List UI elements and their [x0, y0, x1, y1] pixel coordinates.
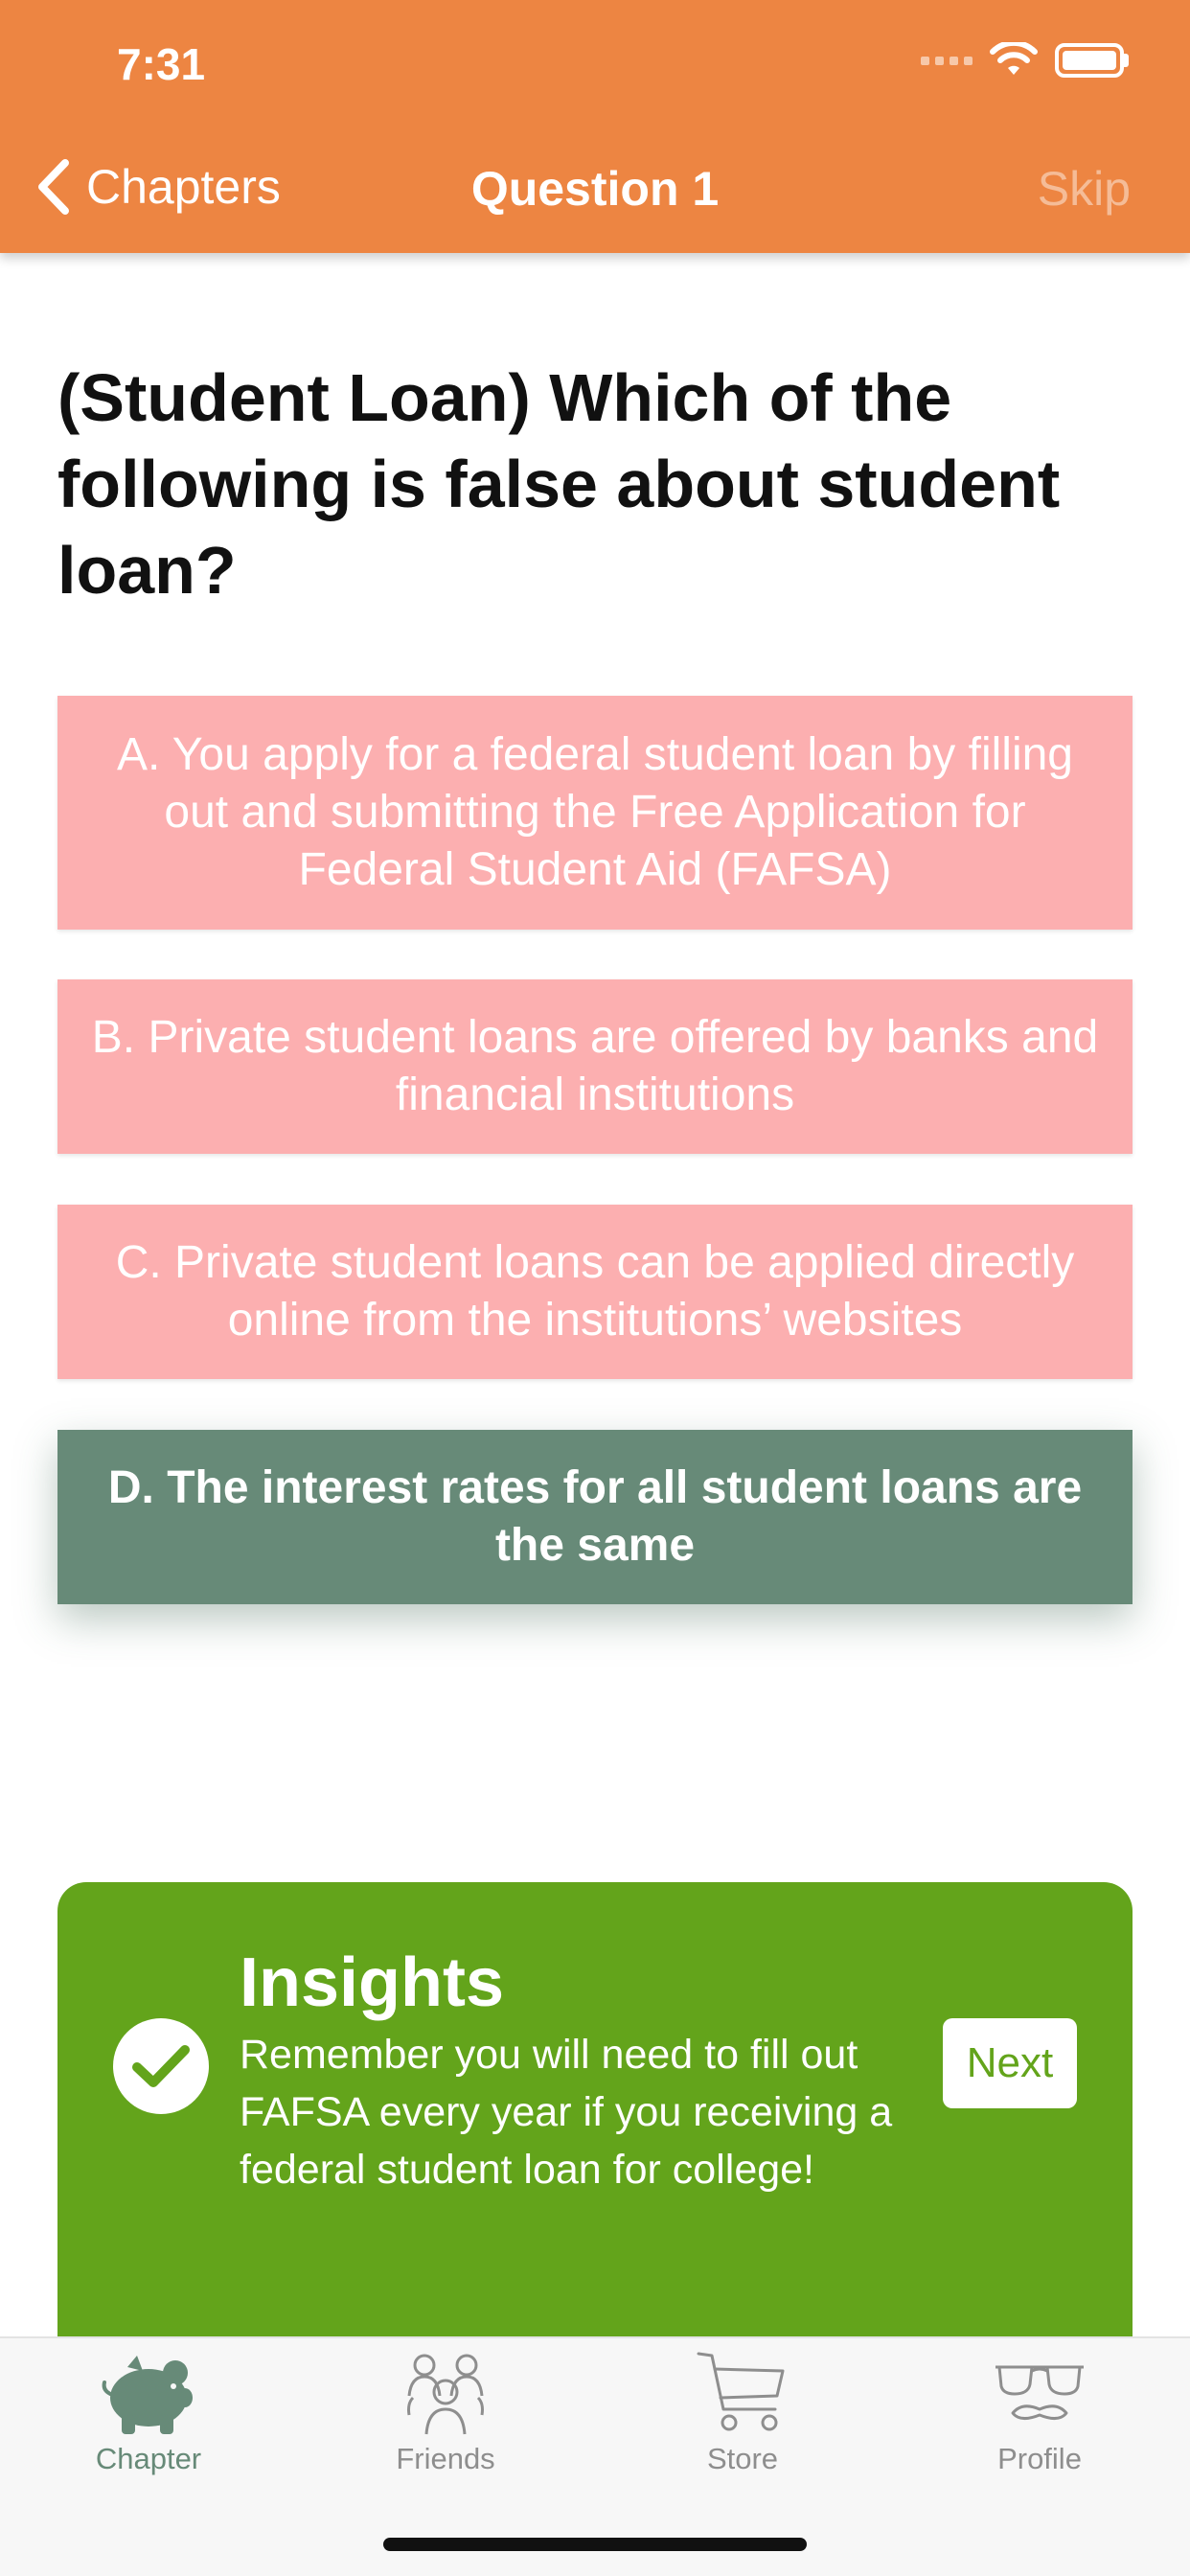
tab-friends-label: Friends: [396, 2442, 495, 2475]
insights-panel: Insights Remember you will need to fill …: [57, 1882, 1133, 2380]
battery-icon: [1055, 43, 1129, 78]
checkmark-icon: [113, 2018, 209, 2114]
answer-option-b[interactable]: B. Private student loans are offered by …: [57, 979, 1133, 1154]
answer-option-d[interactable]: D. The interest rates for all student lo…: [57, 1430, 1133, 1604]
cellular-signal-icon: [921, 56, 973, 65]
tab-store-label: Store: [706, 2442, 779, 2475]
answer-option-c[interactable]: C. Private student loans can be applied …: [57, 1205, 1133, 1379]
friends-icon: [407, 2354, 484, 2435]
skip-button[interactable]: Skip: [1038, 161, 1131, 217]
question-text: (Student Loan) Which of the following is…: [57, 360, 1061, 608]
insights-title: Insights: [240, 1944, 505, 2021]
tab-friends[interactable]: Friends: [297, 2338, 594, 2492]
page-title: Question 1: [470, 162, 720, 216]
tab-store[interactable]: Store: [594, 2338, 891, 2492]
tab-profile-label: Profile: [997, 2442, 1082, 2475]
navigation-header: 7:31 Chapters Question 1 Skip: [0, 0, 1190, 253]
tab-chapter-label: Chapter: [95, 2442, 202, 2475]
next-button[interactable]: Next: [943, 2018, 1077, 2108]
glasses-mustache-icon: [995, 2365, 1084, 2420]
back-label: Chapters: [86, 160, 281, 214]
chevron-left-icon: [38, 159, 69, 215]
insights-body: Remember you will need to fill out FAFSA…: [240, 2032, 893, 2193]
home-indicator[interactable]: [383, 2538, 807, 2551]
back-button[interactable]: Chapters: [34, 157, 281, 217]
piggy-bank-icon: [102, 2356, 193, 2434]
status-time: 7:31: [117, 39, 206, 89]
cart-icon: [697, 2352, 785, 2431]
tab-chapter[interactable]: Chapter: [0, 2338, 297, 2492]
status-indicators: [921, 42, 1129, 79]
wifi-icon: [990, 42, 1038, 75]
answer-option-a[interactable]: A. You apply for a federal student loan …: [57, 696, 1133, 930]
tab-profile[interactable]: Profile: [891, 2338, 1188, 2492]
